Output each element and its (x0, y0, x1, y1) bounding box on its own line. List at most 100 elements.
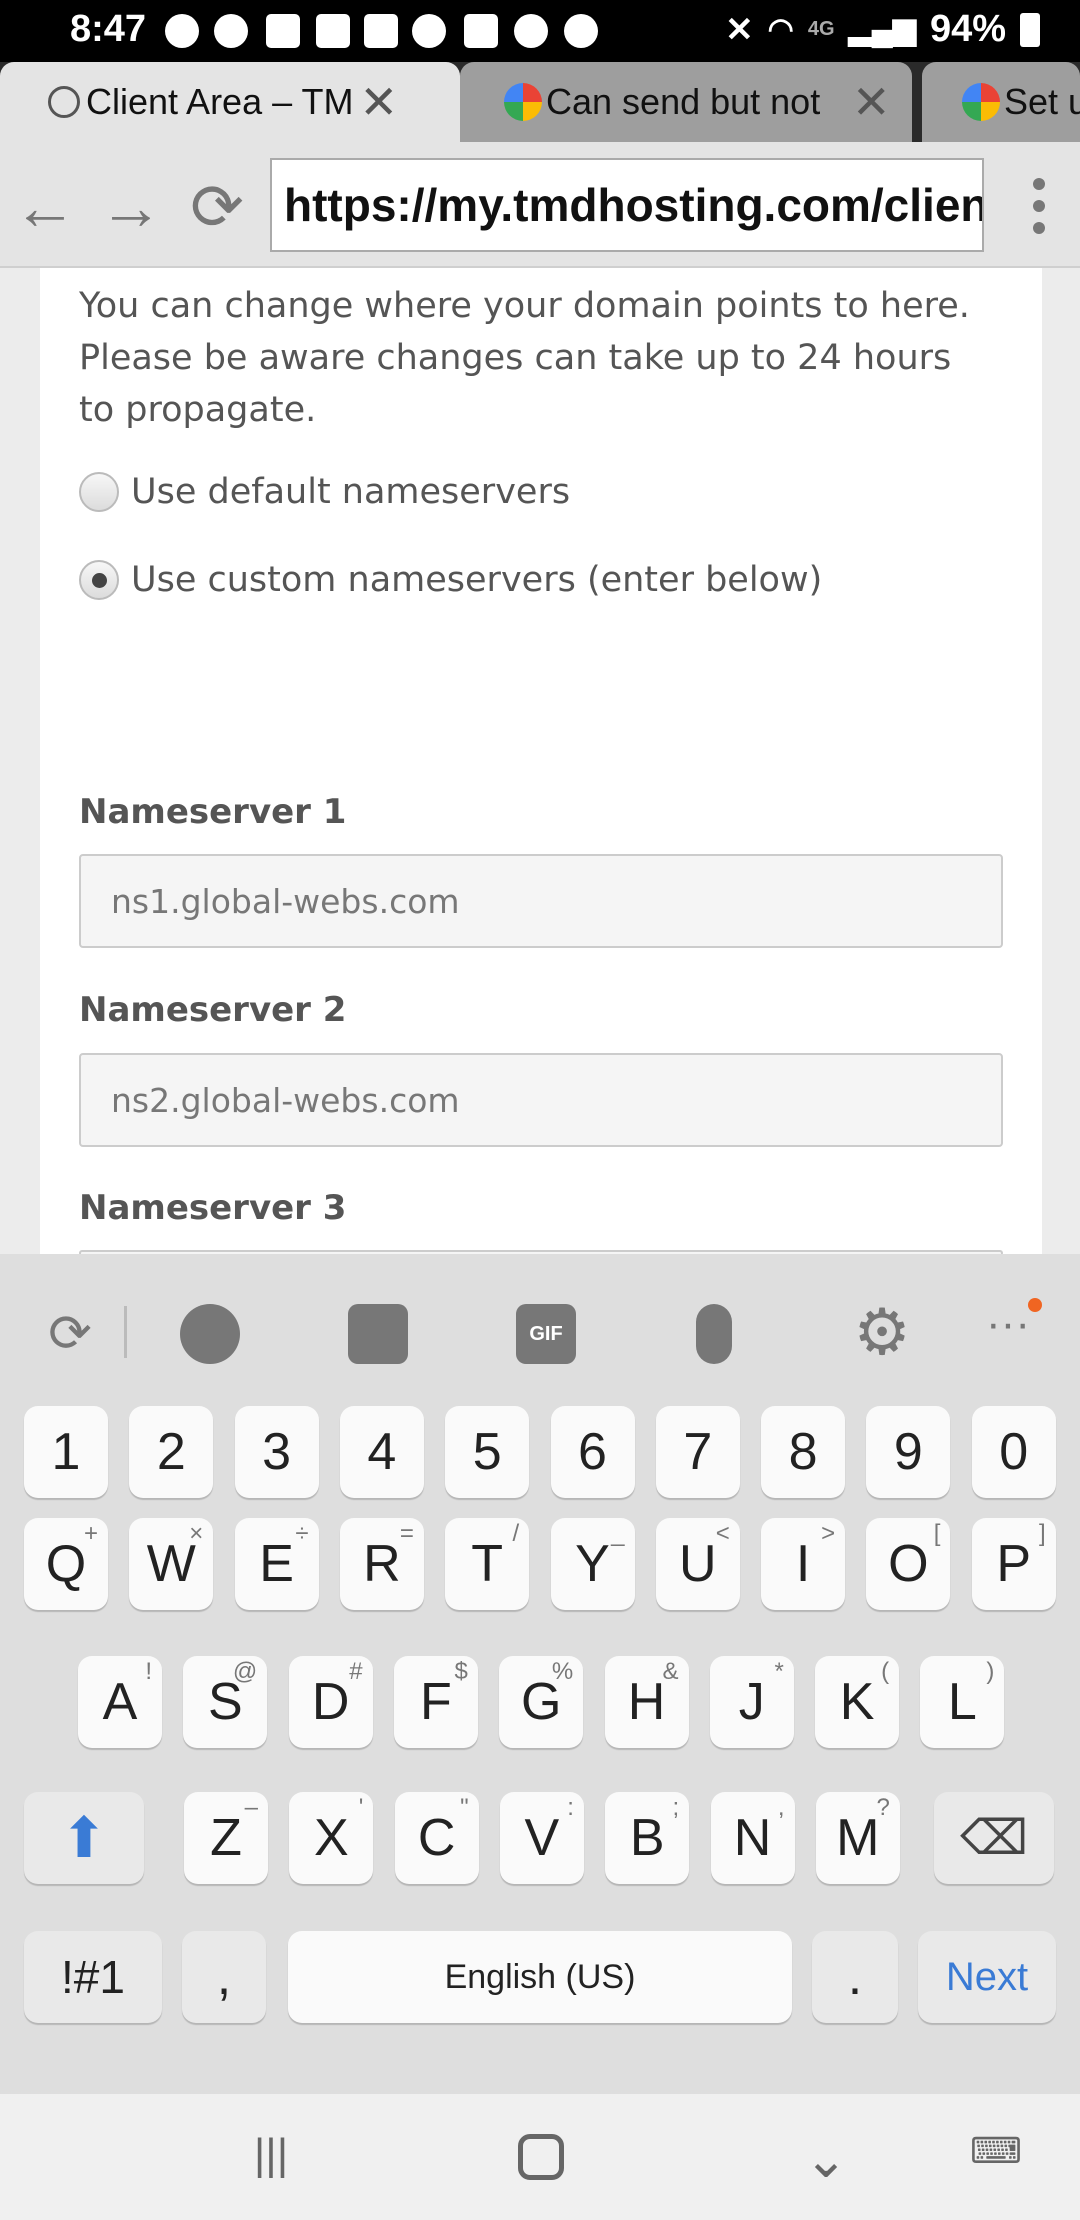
key-secondary-label: : (567, 1794, 574, 1821)
key-g[interactable]: G% (499, 1656, 584, 1748)
key-q[interactable]: Q + (24, 1518, 108, 1610)
key-0[interactable]: 0 (971, 1406, 1056, 1498)
forward-arrow-icon[interactable]: → (96, 172, 166, 242)
key-secondary-label: < (715, 1520, 730, 1547)
key-6[interactable]: 6 (550, 1406, 635, 1498)
mail-icon (364, 14, 398, 48)
key-j[interactable]: J * (709, 1656, 794, 1748)
radio-custom-nameservers[interactable]: Use custom nameservers (enter below) (79, 560, 822, 600)
key-secondary-label: – (244, 1794, 258, 1821)
close-icon[interactable]: ✕ (852, 75, 891, 129)
backspace-key[interactable]: ⌫ (934, 1792, 1054, 1884)
key-8[interactable]: 8 (761, 1406, 846, 1498)
key-label: 1 (51, 1423, 81, 1481)
key-w[interactable]: W × (129, 1518, 214, 1610)
url-bar[interactable]: https://my.tmdhosting.com/clientarea (270, 158, 984, 252)
more-options-icon[interactable]: ··· (978, 1302, 1038, 1364)
key-x[interactable]: X ' (289, 1792, 374, 1884)
shift-key[interactable]: ⬆ (24, 1792, 144, 1884)
key-label: 8 (788, 1423, 818, 1481)
key-t[interactable]: T / (445, 1518, 530, 1610)
twitter-icon (564, 14, 598, 48)
key-label: H (627, 1673, 666, 1731)
back-arrow-icon[interactable]: ← (10, 172, 80, 242)
key-label: 0 (999, 1423, 1029, 1481)
key-u[interactable]: U < (655, 1518, 740, 1610)
shopping-bag-icon (266, 14, 300, 48)
overflow-menu-icon[interactable] (1024, 172, 1054, 242)
google-icon (504, 83, 542, 121)
keyboard-switch-icon[interactable]: ⌨ (966, 2130, 1026, 2186)
nameserver-1-input[interactable] (79, 854, 1003, 948)
sticker-icon[interactable] (348, 1304, 408, 1364)
key-l[interactable]: L) (920, 1656, 1005, 1748)
key-secondary-label: # (349, 1658, 363, 1685)
key-h[interactable]: H & (604, 1656, 689, 1748)
radio-default-nameservers[interactable]: Use default nameservers (79, 472, 570, 512)
close-icon[interactable]: ✕ (359, 75, 398, 129)
tab-set-u[interactable]: Set u (922, 62, 1080, 142)
key-b[interactable]: B; (605, 1792, 690, 1884)
comma-key[interactable]: , (182, 1931, 266, 2023)
recent-apps-icon[interactable]: ||| (236, 2130, 306, 2186)
key-label: K (839, 1673, 875, 1731)
key-label: D (311, 1673, 350, 1731)
status-bar: 8:47 ✕ ◠ 4G ▂▄▆ 94% (0, 0, 1080, 62)
hide-keyboard-icon[interactable]: ⌄ (796, 2130, 856, 2189)
key-label: 6 (578, 1423, 607, 1481)
emoji-icon[interactable] (180, 1304, 240, 1364)
battery-percent: 94% (929, 8, 1006, 50)
tab-can-send[interactable]: Can send but not ✕ (460, 62, 912, 142)
key-2[interactable]: 2 (129, 1406, 214, 1498)
microphone-icon[interactable] (696, 1304, 732, 1364)
key-3[interactable]: 3 (234, 1406, 319, 1498)
key-v[interactable]: V: (499, 1792, 584, 1884)
home-icon[interactable] (518, 2134, 564, 2180)
key-d[interactable]: D # (288, 1656, 373, 1748)
notification-dot (1028, 1298, 1042, 1312)
key-p[interactable]: P] (971, 1518, 1056, 1610)
key-label: A (102, 1673, 138, 1731)
key-label: J (738, 1673, 765, 1731)
key-label: F (420, 1673, 452, 1731)
key-secondary-label: ) (986, 1658, 995, 1685)
symbols-key[interactable]: !#1 (24, 1931, 162, 2023)
key-1[interactable]: 1 (24, 1406, 108, 1498)
signal-icon: ▂▄▆ (848, 13, 916, 46)
key-y[interactable]: Y _ (550, 1518, 635, 1610)
key-label: Q (45, 1535, 87, 1593)
key-e[interactable]: E ÷ (234, 1518, 319, 1610)
key-label: Y (575, 1535, 610, 1593)
key-a[interactable]: A! (78, 1656, 162, 1748)
radio-button[interactable] (79, 560, 119, 600)
key-k[interactable]: K( (815, 1656, 900, 1748)
nameserver-2-input[interactable] (79, 1053, 1003, 1147)
key-s[interactable]: S @ (183, 1656, 268, 1748)
key-i[interactable]: I > (761, 1518, 846, 1610)
key-n[interactable]: N, (710, 1792, 795, 1884)
key-9[interactable]: 9 (866, 1406, 951, 1498)
key-secondary-label: " (460, 1794, 469, 1821)
key-c[interactable]: C " (394, 1792, 479, 1884)
key-secondary-label: * (774, 1658, 784, 1685)
key-secondary-label: ? (876, 1794, 890, 1821)
key-m[interactable]: M? (815, 1792, 900, 1884)
key-7[interactable]: 7 (655, 1406, 740, 1498)
key-4[interactable]: 4 (339, 1406, 424, 1498)
key-5[interactable]: 5 (445, 1406, 530, 1498)
period-key[interactable]: . (812, 1931, 898, 2023)
text-mode-icon[interactable]: ⟳ (40, 1304, 100, 1364)
settings-gear-icon[interactable]: ⚙ (852, 1300, 912, 1364)
key-o[interactable]: O[ (866, 1518, 951, 1610)
tab-client-area[interactable]: Client Area – TM ✕ (0, 62, 460, 142)
space-key[interactable]: English (US) (288, 1931, 792, 2023)
key-label: 2 (156, 1423, 186, 1481)
key-label: U (679, 1535, 717, 1593)
radio-button[interactable] (79, 472, 119, 512)
next-key[interactable]: Next (918, 1931, 1056, 2023)
reload-icon[interactable]: ⟳ (182, 172, 252, 242)
gif-icon[interactable]: GIF (516, 1304, 576, 1364)
key-r[interactable]: R = (339, 1518, 424, 1610)
key-z[interactable]: Z – (184, 1792, 268, 1884)
key-f[interactable]: F $ (393, 1656, 478, 1748)
